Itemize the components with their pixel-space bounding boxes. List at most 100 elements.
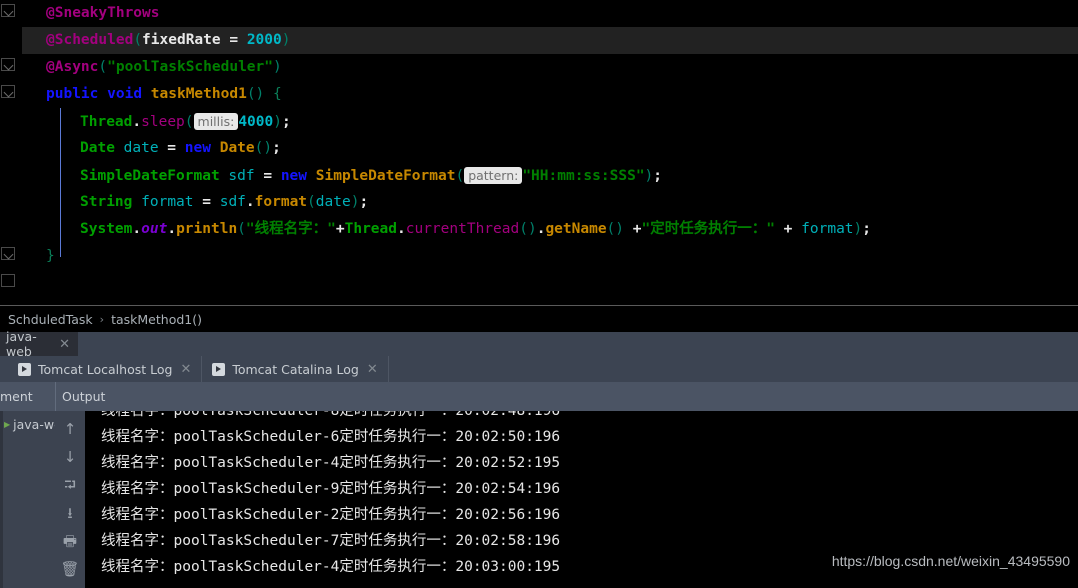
tab-label: Tomcat Catalina Log xyxy=(232,361,359,377)
play-icon xyxy=(212,362,226,376)
code-token: ( xyxy=(455,168,465,184)
deployment-tree-panel[interactable]: ▶ java-wel xyxy=(0,411,65,588)
code-token: public xyxy=(46,86,99,102)
breadcrumb[interactable]: SchduledTask › taskMethod1() xyxy=(0,305,1078,332)
run-tab-java-web[interactable]: java-web ✕ xyxy=(0,329,78,359)
code-token: String xyxy=(80,194,133,210)
scroll-to-end-icon[interactable]: ⭳ xyxy=(60,503,80,523)
code-line[interactable]: String format = sdf.format(date); xyxy=(22,189,1078,216)
code-editor[interactable]: @SneakyThrows @Scheduled(fixedRate = 2000… xyxy=(0,0,1078,305)
code-token: ; xyxy=(359,194,369,210)
code-token: () xyxy=(246,86,265,102)
code-token: = xyxy=(220,32,247,48)
scroll-down-icon[interactable]: ↓ xyxy=(60,447,80,467)
print-icon[interactable]: 🖶 xyxy=(60,531,80,551)
code-token: ) xyxy=(644,168,654,184)
code-token: . xyxy=(245,194,255,210)
code-line[interactable]: @Async("poolTaskScheduler") xyxy=(22,54,1078,81)
code-token: "HH:mm:ss:SSS" xyxy=(522,168,645,184)
code-token: 4000 xyxy=(238,114,274,130)
tab-deployment[interactable]: ment xyxy=(0,382,33,411)
code-token: ) xyxy=(853,221,863,237)
code-token: ( xyxy=(307,194,316,210)
chevron-right-icon[interactable]: ▶ xyxy=(4,420,10,429)
trash-icon[interactable]: 🗑 xyxy=(60,559,80,579)
code-token: . xyxy=(132,114,142,130)
code-token: . xyxy=(397,221,406,237)
parameter-hint: pattern: xyxy=(464,167,523,184)
code-token: taskMethod1 xyxy=(150,86,247,102)
code-token: ) xyxy=(273,59,282,75)
fold-marker[interactable] xyxy=(1,58,15,71)
code-token: "poolTaskScheduler" xyxy=(107,59,273,75)
code-line[interactable]: System.out.println("线程名字："+Thread.curren… xyxy=(22,216,1078,243)
close-icon[interactable]: ✕ xyxy=(59,338,70,351)
code-token: Date xyxy=(80,140,115,156)
code-line[interactable]: @Scheduled(fixedRate = 2000) xyxy=(22,27,1078,54)
code-token: . xyxy=(167,221,177,237)
breadcrumb-method[interactable]: taskMethod1() xyxy=(111,312,202,327)
code-line[interactable]: public void taskMethod1() { xyxy=(22,81,1078,108)
console-line: 线程名字：poolTaskScheduler-9定时任务执行一：20:02:54… xyxy=(101,481,561,497)
code-token: . xyxy=(132,221,142,237)
code-token: new xyxy=(184,140,211,156)
code-token: sdf xyxy=(219,194,246,210)
fold-marker[interactable] xyxy=(1,4,15,17)
editor-gutter[interactable] xyxy=(0,0,22,305)
code-token: + xyxy=(774,221,802,237)
subtab-divider xyxy=(55,382,56,411)
scroll-up-icon[interactable]: ↑ xyxy=(60,419,80,439)
tab-tomcat-catalina-log[interactable]: Tomcat Catalina Log ✕ xyxy=(202,356,389,382)
fold-marker[interactable] xyxy=(1,274,15,287)
code-token: "定时任务执行一：" xyxy=(641,221,775,237)
code-token: fixedRate xyxy=(142,32,221,48)
code-token: + xyxy=(335,221,345,237)
code-token: Date xyxy=(219,140,255,156)
code-token: format xyxy=(254,194,308,210)
code-line[interactable]: SimpleDateFormat sdf = new SimpleDateFor… xyxy=(22,162,1078,189)
code-token: SimpleDateFormat xyxy=(315,168,456,184)
code-token: @Scheduled xyxy=(46,32,134,48)
console-line: 线程名字：poolTaskScheduler-4定时任务执行一：20:02:52… xyxy=(101,455,561,471)
panel-edge xyxy=(0,411,3,588)
breadcrumb-separator-icon: › xyxy=(99,312,105,326)
tab-label: Tomcat Localhost Log xyxy=(38,361,173,377)
close-icon[interactable]: ✕ xyxy=(180,363,191,376)
console-line-text: 线程名字：poolTaskScheduler-8定时任务执行一：20:02:48… xyxy=(101,411,561,419)
code-token: = xyxy=(254,168,281,184)
log-tabbar: Tomcat Localhost Log ✕ Tomcat Catalina L… xyxy=(0,356,1078,382)
code-line[interactable]: Date date = new Date(); xyxy=(22,135,1078,162)
close-icon[interactable]: ✕ xyxy=(367,363,378,376)
ide-window: @SneakyThrows @Scheduled(fixedRate = 2000… xyxy=(0,0,1078,588)
fold-marker[interactable] xyxy=(1,247,15,260)
code-token: sdf xyxy=(228,168,255,184)
code-line[interactable]: @SneakyThrows xyxy=(22,0,1078,27)
tab-tomcat-localhost-log[interactable]: Tomcat Localhost Log ✕ xyxy=(8,356,203,382)
breadcrumb-class[interactable]: SchduledTask xyxy=(8,312,93,327)
console-toolbar[interactable]: ↑ ↓ ⮒ ⭳ 🖶 🗑 xyxy=(55,411,85,588)
code-token: "线程名字：" xyxy=(245,221,336,237)
code-token: format xyxy=(141,194,194,210)
console-line: 线程名字：poolTaskScheduler-2定时任务执行一：20:02:56… xyxy=(101,507,561,523)
code-token: ) xyxy=(281,32,291,48)
code-token: @SneakyThrows xyxy=(46,5,160,21)
fold-marker[interactable] xyxy=(1,85,15,98)
code-token: void xyxy=(107,86,143,102)
play-icon xyxy=(18,362,31,376)
code-lines[interactable]: @SneakyThrows @Scheduled(fixedRate = 2000… xyxy=(22,0,1078,270)
code-line[interactable]: } xyxy=(22,243,1078,270)
run-tab-label: java-web xyxy=(6,329,37,359)
soft-wrap-icon[interactable]: ⮒ xyxy=(60,475,80,495)
code-line[interactable]: Thread.sleep(millis: 4000); xyxy=(22,108,1078,135)
code-token: Thread xyxy=(344,221,397,237)
code-token: format xyxy=(801,221,854,237)
tab-output[interactable]: Output xyxy=(62,382,105,411)
console-output[interactable]: 线程名字：poolTaskScheduler-8定时任务执行一：20:02:48… xyxy=(85,411,1078,588)
code-token: @Async xyxy=(46,59,99,75)
code-token: ( xyxy=(184,114,194,130)
